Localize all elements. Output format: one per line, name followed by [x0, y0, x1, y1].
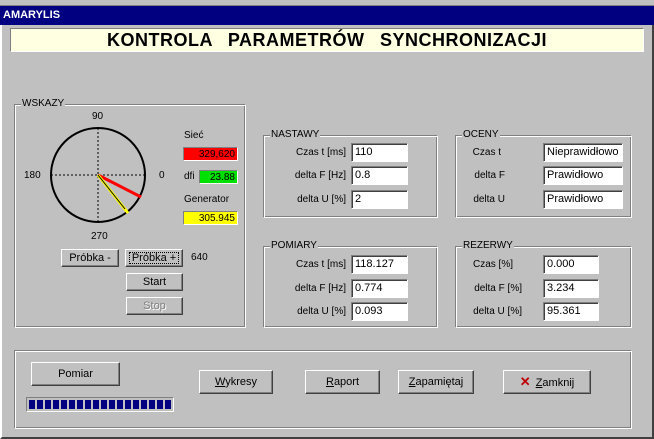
- dial-label-0: 0: [159, 170, 165, 181]
- wykresy-mnemonic: W: [214, 376, 226, 388]
- raport-label: aport: [333, 376, 360, 388]
- progress-block: [149, 400, 155, 409]
- oceny-deltau-label: delta U: [473, 194, 505, 205]
- progress-block: [133, 400, 139, 409]
- progress-block: [53, 400, 59, 409]
- progress-block: [125, 400, 131, 409]
- zapamietaj-mnemonic: Z: [408, 376, 416, 388]
- pomiary-deltau-field[interactable]: 0.093: [351, 302, 408, 321]
- window-title-bar: AMARYLIS: [0, 6, 654, 25]
- zamknij-label: amknij: [542, 377, 575, 389]
- pomiary-deltaf-field[interactable]: 0.774: [351, 279, 408, 298]
- progress-block: [61, 400, 67, 409]
- progress-block: [117, 400, 123, 409]
- zapamietaj-button[interactable]: Zapamiętaj: [398, 370, 474, 394]
- oceny-deltaf-label: delta F: [474, 170, 505, 181]
- oceny-deltaf-field[interactable]: Prawidłowo: [543, 166, 623, 185]
- nastawy-czas-field[interactable]: 110: [351, 143, 408, 162]
- oceny-czas-field[interactable]: Nieprawidłowo: [543, 143, 623, 162]
- wykresy-button[interactable]: Wykresy: [199, 370, 273, 394]
- progress-block: [85, 400, 91, 409]
- oceny-czas-label: Czas t: [472, 147, 501, 158]
- rezerwy-czas-label: Czas [%]: [472, 259, 513, 270]
- dfi-label: dfi: [184, 171, 195, 182]
- progress-block: [165, 400, 171, 409]
- pomiar-button[interactable]: Pomiar: [31, 362, 120, 386]
- pomiary-czas-field[interactable]: 118.127: [351, 255, 408, 274]
- rezerwy-title: REZERWY: [462, 240, 514, 252]
- progress-block: [45, 400, 51, 409]
- progress-block: [29, 400, 35, 409]
- nastawy-deltau-field[interactable]: 2: [351, 190, 408, 209]
- probka-count: 640: [191, 252, 208, 263]
- siec-vector: [97, 173, 142, 199]
- nastawy-czas-label: Czas t [ms]: [295, 147, 346, 158]
- progress-block: [77, 400, 83, 409]
- siec-label: Sieć: [184, 130, 204, 141]
- progress-block: [157, 400, 163, 409]
- raport-mnemonic: R: [325, 376, 334, 388]
- dfi-indicator: 23.88: [199, 170, 238, 184]
- start-button[interactable]: Start: [126, 273, 183, 291]
- pomiary-deltau-label: delta U [%]: [297, 306, 346, 317]
- pomiary-title: POMIARY: [270, 240, 318, 252]
- rezerwy-deltau-label: delta U [%]: [473, 306, 522, 317]
- rezerwy-czas-field[interactable]: 0.000: [543, 255, 599, 274]
- oceny-title: OCENY: [462, 129, 500, 141]
- generator-vector-edge: [97, 174, 126, 210]
- rezerwy-deltaf-field[interactable]: 3.234: [543, 279, 599, 298]
- nastawy-deltau-label: delta U [%]: [297, 194, 346, 205]
- rezerwy-deltaf-label: delta F [%]: [474, 283, 522, 294]
- progress-block: [101, 400, 107, 409]
- dial-label-270: 270: [91, 231, 108, 242]
- progress-block: [37, 400, 43, 409]
- wykresy-label: ykresy: [225, 376, 258, 388]
- zamknij-button[interactable]: ✕ Zamknij: [503, 370, 591, 394]
- dial-label-90: 90: [92, 111, 104, 122]
- probka-plus-button[interactable]: Próbka +: [125, 249, 183, 267]
- progress-block: [141, 400, 147, 409]
- measurement-progress-bar: [26, 397, 174, 412]
- pomiary-deltaf-label: delta F [Hz]: [294, 283, 346, 294]
- oceny-deltau-field[interactable]: Prawidłowo: [543, 190, 623, 209]
- siec-indicator: 329,620: [183, 147, 238, 161]
- page-title: KONTROLA PARAMETRÓW SYNCHRONIZACJI: [10, 28, 644, 52]
- pomiary-czas-label: Czas t [ms]: [295, 259, 346, 270]
- probka-minus-button[interactable]: Próbka -: [61, 249, 119, 267]
- rezerwy-deltau-field[interactable]: 95.361: [543, 302, 599, 321]
- raport-button[interactable]: Raport: [305, 370, 380, 394]
- nastawy-title: NASTAWY: [270, 129, 321, 141]
- nastawy-deltaf-label: delta F [Hz]: [294, 170, 346, 181]
- dial-label-180: 180: [24, 170, 41, 181]
- generator-indicator: 305.945: [183, 211, 238, 225]
- window-title: AMARYLIS: [3, 9, 61, 21]
- progress-block: [109, 400, 115, 409]
- close-icon: ✕: [519, 374, 531, 389]
- zapamietaj-label: apamiętaj: [415, 376, 464, 388]
- generator-label: Generator: [184, 194, 230, 205]
- phase-dial: [50, 127, 146, 223]
- nastawy-deltaf-field[interactable]: 0.8: [351, 166, 408, 185]
- progress-block: [69, 400, 75, 409]
- progress-block: [93, 400, 99, 409]
- stop-button[interactable]: Stop: [126, 297, 183, 315]
